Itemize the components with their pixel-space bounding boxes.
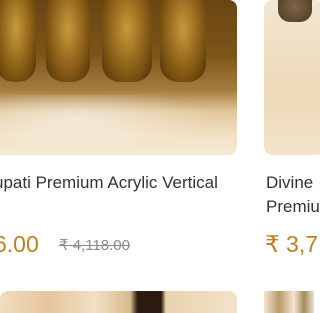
- idol-figure: [102, 0, 152, 82]
- product-price: ₹ 3,7: [265, 231, 318, 257]
- image-shine: [0, 95, 237, 155]
- idol-figure: [46, 0, 90, 82]
- idol-figure: [160, 0, 206, 82]
- product-price: 6.00: [0, 231, 39, 257]
- product-title-line2[interactable]: Premiu: [266, 195, 320, 219]
- product-image[interactable]: [0, 0, 237, 155]
- original-price: ₹ 4,118.00: [59, 237, 130, 254]
- idol-figure: [278, 0, 312, 22]
- idol-figure: [0, 0, 36, 82]
- product-title[interactable]: Divine: [266, 171, 313, 195]
- product-title[interactable]: upati Premium Acrylic Vertical: [0, 171, 218, 195]
- product-image[interactable]: [0, 291, 237, 313]
- product-image[interactable]: [264, 0, 320, 155]
- product-image[interactable]: [264, 291, 314, 313]
